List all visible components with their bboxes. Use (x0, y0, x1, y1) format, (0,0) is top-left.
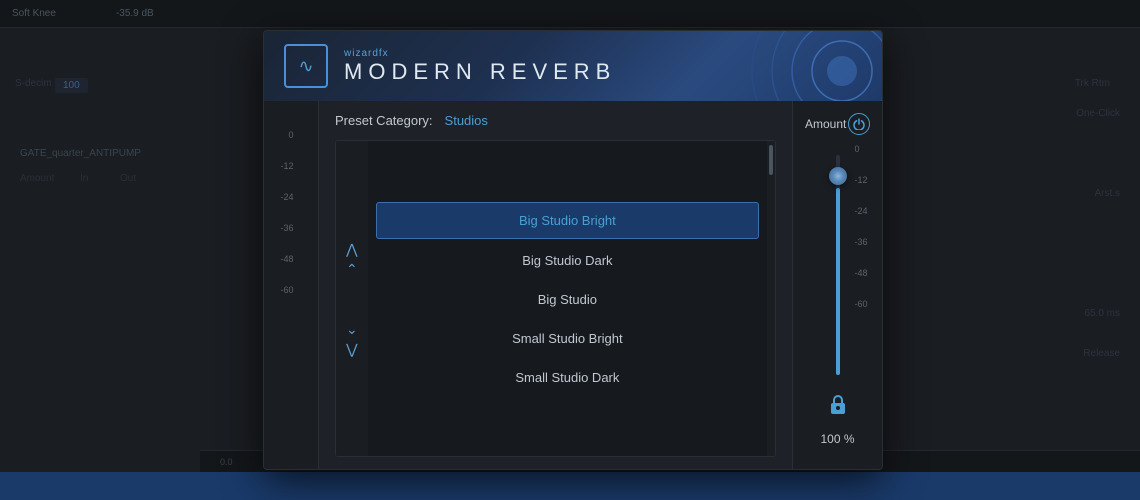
bg-in-label: In (80, 173, 88, 184)
nav-up-single-btn[interactable]: ⌃ (346, 262, 358, 276)
daw-top-bar: Soft Knee -35.9 dB (0, 0, 1140, 28)
daw-bottom-bar (0, 472, 1140, 500)
preset-list: Big Studio Bright Big Studio Dark Big St… (368, 141, 767, 456)
right-tick-60: -60 (854, 300, 867, 309)
preset-nav: ⋀ ⌃ ⌄ ⋁ (336, 141, 368, 456)
lock-svg (829, 393, 847, 415)
plugin-content: 0 -12 -24 -36 -48 -60 Preset Category: S… (264, 101, 882, 469)
bg-right-3: Arst.s (1094, 188, 1120, 199)
amount-value: 100 % (820, 432, 854, 446)
bg-label-2: 100 (55, 78, 88, 93)
plugin-logo: ∿ (284, 44, 328, 88)
left-vu-scale: 0 -12 -24 -36 -48 -60 (280, 131, 301, 317)
right-tick-36: -36 (854, 238, 867, 247)
preset-item-big-studio-dark[interactable]: Big Studio Dark (376, 243, 759, 278)
right-tick-0: 0 (854, 145, 867, 154)
bg-gate-label: GATE_quarter_ANTIPUMP (20, 148, 141, 159)
bg-right-5: Release (1083, 348, 1120, 359)
bg-right-2: One-Click (1076, 108, 1120, 119)
power-icon (853, 118, 865, 130)
nav-down-single-btn[interactable]: ⌄ (346, 322, 358, 336)
preset-item-big-studio-bright[interactable]: Big Studio Bright (376, 202, 759, 239)
left-tick-60: -60 (280, 286, 293, 295)
amount-label: Amount (805, 117, 846, 131)
preset-item-big-studio[interactable]: Big Studio (376, 282, 759, 317)
right-tick-48: -48 (854, 269, 867, 278)
bg-amount-label: Amount (20, 173, 54, 184)
bg-right-4: 65.0 ms (1084, 308, 1120, 319)
nav-up-double-btn[interactable]: ⋀ (346, 242, 357, 256)
preset-scrollbar[interactable] (767, 141, 775, 456)
preset-category-label: Preset Category: (335, 113, 433, 128)
daw-db-value: -35.9 dB (116, 8, 154, 19)
power-button[interactable] (848, 113, 870, 135)
preset-row: Preset Category: Studios (335, 113, 776, 128)
product-name: MODERN REVERB (344, 59, 616, 85)
center-panel: Preset Category: Studios ⋀ ⌃ ⌄ ⋁ Big Stu… (319, 101, 792, 469)
vu-strip-left: 0 -12 -24 -36 -48 -60 (264, 101, 319, 469)
amount-slider-container: 0 -12 -24 -36 -48 -60 (793, 145, 882, 457)
preset-category-value: Studios (445, 113, 488, 128)
plugin-title: wizardFX MODERN REVERB (344, 48, 616, 85)
brand-name: wizardFX (344, 48, 616, 59)
left-tick-0: 0 (288, 131, 293, 140)
lock-icon[interactable] (829, 393, 847, 420)
bg-out-label: Out (120, 173, 136, 184)
slider-wrapper: 0 -12 -24 -36 -48 -60 (836, 145, 840, 385)
bg-label-1: S-decim (15, 78, 52, 89)
slider-thumb[interactable] (829, 167, 847, 185)
preset-item-small-studio-bright[interactable]: Small Studio Bright (376, 321, 759, 356)
right-vu-scale: 0 -12 -24 -36 -48 -60 (854, 145, 867, 331)
left-tick-24: -24 (280, 193, 293, 202)
preset-list-container: ⋀ ⌃ ⌄ ⋁ Big Studio Bright Big Studio Dar… (335, 140, 776, 457)
amount-header: Amount (793, 113, 882, 135)
amount-slider-track[interactable] (836, 155, 840, 375)
plugin-header: ∿ wizardFX MODERN REVERB (264, 31, 882, 101)
logo-symbol: ∿ (298, 56, 313, 77)
right-tick-12: -12 (854, 176, 867, 185)
left-tick-36: -36 (280, 224, 293, 233)
left-tick-48: -48 (280, 255, 293, 264)
slider-fill (836, 188, 840, 375)
right-tick-24: -24 (854, 207, 867, 216)
plugin-window: ∿ wizardFX MODERN REVERB 0 -12 -24 -36 -… (263, 30, 883, 470)
bg-right-1: Trk Rtm (1075, 78, 1110, 89)
preset-item-small-studio-dark[interactable]: Small Studio Dark (376, 360, 759, 395)
scrollbar-thumb (769, 145, 773, 175)
left-tick-12: -12 (280, 162, 293, 171)
daw-top-label: Soft Knee (12, 8, 56, 19)
header-decoration (682, 31, 882, 101)
amount-panel: Amount 0 -12 -24 -36 (792, 101, 882, 469)
nav-down-double-btn[interactable]: ⋁ (346, 342, 357, 356)
